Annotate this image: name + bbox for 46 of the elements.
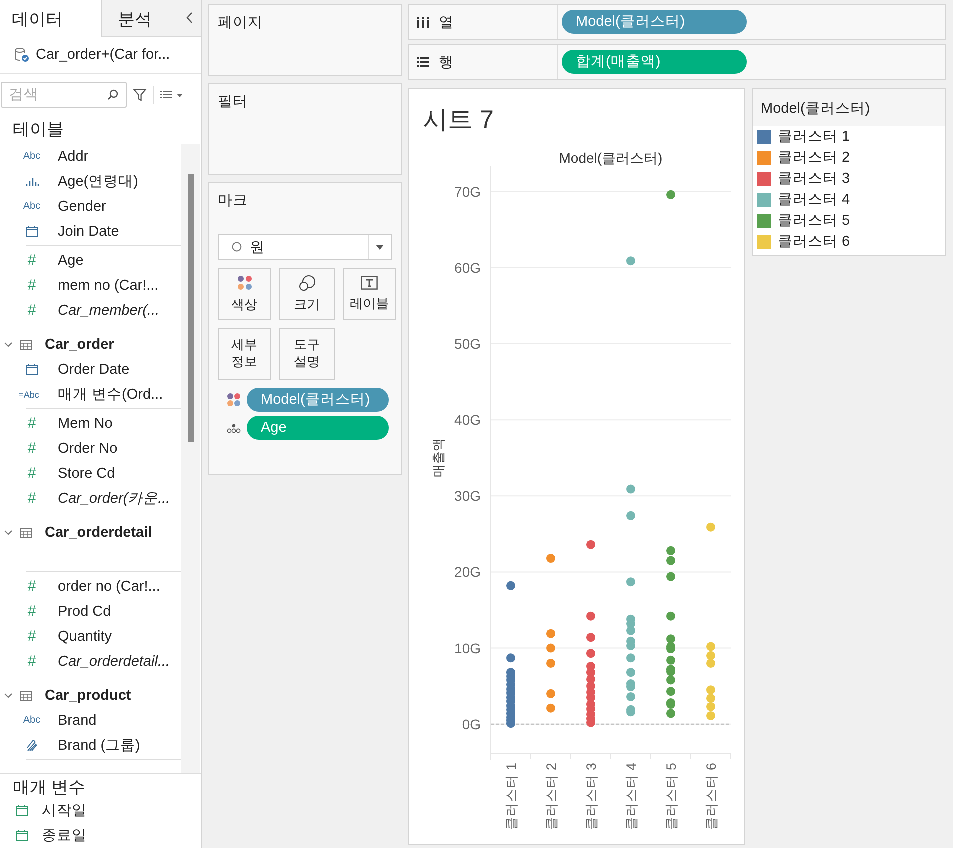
type-label: #	[28, 490, 36, 507]
type-label: #	[28, 415, 36, 432]
type-label: #	[28, 653, 36, 670]
type-label: #	[28, 252, 36, 269]
type-label: Abc	[23, 201, 41, 212]
type-label: #	[28, 628, 36, 645]
tick-label: 60G	[454, 260, 481, 276]
category-label: 클러스터 3	[584, 763, 599, 830]
category-label: 클러스터 5	[664, 763, 679, 830]
card-title: 필터	[218, 94, 248, 110]
chart-header: Model(클러스터)	[559, 150, 663, 166]
tick-label: 20G	[454, 564, 481, 580]
type-label: =Abc	[18, 390, 40, 400]
category-label: 클러스터 2	[544, 763, 559, 830]
tick-label: 70G	[454, 184, 481, 200]
type-label: #	[28, 603, 36, 620]
legend-label: 클러스터 3	[778, 170, 850, 188]
y-axis-title: 매출액	[431, 438, 446, 478]
tick-label: 30G	[454, 488, 481, 504]
category-label: 클러스터 4	[624, 763, 639, 830]
tick-label: 50G	[454, 336, 481, 352]
type-label: #	[28, 578, 36, 595]
shelf-label: 행	[439, 54, 454, 72]
card-title: 마크	[218, 192, 249, 210]
type-label: Abc	[23, 151, 41, 162]
type-label: #	[28, 302, 36, 319]
type-label: #	[28, 440, 36, 457]
type-label: #	[28, 465, 36, 482]
tick-label: 0G	[462, 716, 481, 732]
legend-title: Model(클러스터)	[753, 89, 945, 126]
tick-label: 40G	[454, 412, 481, 428]
sheet-title: 시트 7	[422, 105, 495, 136]
legend-label: 클러스터 1	[778, 128, 850, 146]
category-label: 클러스터 6	[704, 763, 719, 830]
type-label: Abc	[23, 715, 41, 726]
card-title: 페이지	[218, 15, 263, 31]
shelf-label: 열	[439, 14, 454, 32]
section-heading: 매개 변수	[12, 777, 87, 798]
section-heading: 테이블	[12, 119, 65, 141]
legend-label: 클러스터 4	[778, 191, 850, 209]
legend-label: 클러스터 6	[778, 233, 850, 251]
tick-label: 10G	[454, 640, 481, 656]
type-label: #	[28, 277, 36, 294]
category-label: 클러스터 1	[504, 763, 519, 830]
legend-label: 클러스터 2	[778, 149, 850, 167]
legend-label: 클러스터 5	[778, 212, 850, 230]
